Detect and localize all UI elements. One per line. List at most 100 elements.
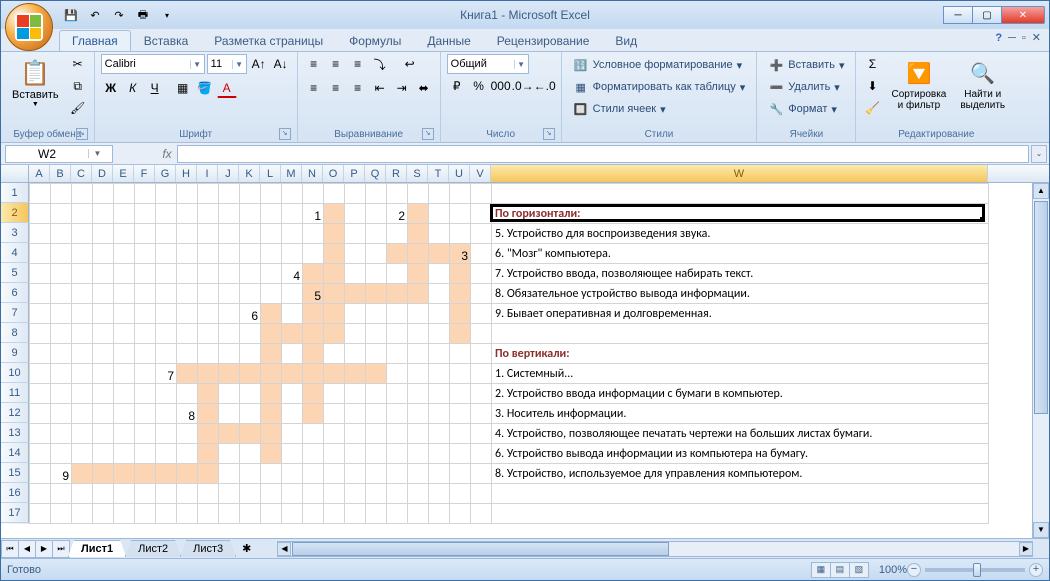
decrease-decimal-icon[interactable]: ←.0 <box>535 76 555 96</box>
cell[interactable] <box>93 224 114 244</box>
col-header[interactable]: L <box>260 165 281 182</box>
cell[interactable] <box>429 504 450 524</box>
cell[interactable] <box>72 344 93 364</box>
cell[interactable] <box>408 184 429 204</box>
col-header[interactable]: U <box>449 165 470 182</box>
cell[interactable] <box>366 284 387 304</box>
cell[interactable] <box>156 444 177 464</box>
cell[interactable] <box>387 384 408 404</box>
cell[interactable] <box>30 244 51 264</box>
cell[interactable] <box>366 504 387 524</box>
cell[interactable] <box>282 324 303 344</box>
cell[interactable] <box>450 284 471 304</box>
cell[interactable] <box>51 404 72 424</box>
cell[interactable] <box>450 364 471 384</box>
cell[interactable] <box>429 344 450 364</box>
cell[interactable] <box>408 264 429 284</box>
row-header[interactable]: 1 <box>1 183 29 203</box>
cell[interactable] <box>324 324 345 344</box>
orientation-icon[interactable]: ⤵ <box>370 54 390 74</box>
cell[interactable] <box>366 464 387 484</box>
cell[interactable] <box>72 484 93 504</box>
tab-insert[interactable]: Вставка <box>131 30 202 51</box>
cell[interactable] <box>450 504 471 524</box>
cell[interactable] <box>450 344 471 364</box>
cell[interactable] <box>282 424 303 444</box>
cell[interactable]: По вертикали: <box>492 344 989 364</box>
cell[interactable] <box>324 204 345 224</box>
cell[interactable] <box>429 364 450 384</box>
cell[interactable] <box>429 284 450 304</box>
cell[interactable] <box>492 184 989 204</box>
cell[interactable] <box>240 404 261 424</box>
cell[interactable] <box>408 364 429 384</box>
cell[interactable] <box>303 224 324 244</box>
cell[interactable] <box>387 464 408 484</box>
row-header[interactable]: 12 <box>1 403 29 423</box>
page-layout-view-icon[interactable]: ▤ <box>830 562 850 578</box>
cell[interactable] <box>261 484 282 504</box>
cell[interactable] <box>30 444 51 464</box>
cell[interactable] <box>261 324 282 344</box>
col-header[interactable]: Q <box>365 165 386 182</box>
cell[interactable] <box>387 484 408 504</box>
ribbon-minimize-icon[interactable]: ─ <box>1008 32 1016 44</box>
last-sheet-icon[interactable]: ⏭ <box>52 540 70 558</box>
cell[interactable] <box>471 224 492 244</box>
new-sheet-icon[interactable]: ✱ <box>236 542 257 555</box>
cell[interactable] <box>261 404 282 424</box>
cell[interactable] <box>114 184 135 204</box>
cell[interactable] <box>93 464 114 484</box>
cell[interactable] <box>114 264 135 284</box>
cell[interactable] <box>219 304 240 324</box>
row-header[interactable]: 8 <box>1 323 29 343</box>
cell[interactable] <box>471 244 492 264</box>
cell[interactable] <box>324 224 345 244</box>
cell[interactable] <box>93 304 114 324</box>
cell[interactable] <box>114 204 135 224</box>
cell[interactable] <box>114 224 135 244</box>
cell[interactable] <box>303 504 324 524</box>
fx-icon[interactable]: fx <box>157 147 177 161</box>
find-select-button[interactable]: 🔍 Найти и выделить <box>955 54 1010 114</box>
cell[interactable] <box>345 184 366 204</box>
delete-cells-button[interactable]: ➖Удалить ▾ <box>763 76 845 98</box>
cell[interactable]: 9 <box>51 464 72 484</box>
cell[interactable] <box>324 424 345 444</box>
align-bottom-icon[interactable]: ≡ <box>348 54 368 74</box>
undo-icon[interactable]: ↶ <box>85 5 105 25</box>
clear-icon[interactable]: 🧹 <box>862 98 882 118</box>
cell[interactable] <box>219 364 240 384</box>
cell[interactable] <box>177 224 198 244</box>
cell[interactable] <box>198 404 219 424</box>
cell[interactable] <box>114 244 135 264</box>
cell[interactable] <box>282 184 303 204</box>
tab-review[interactable]: Рецензирование <box>484 30 603 51</box>
cell[interactable] <box>471 404 492 424</box>
cell[interactable] <box>72 204 93 224</box>
cell[interactable] <box>198 244 219 264</box>
cell[interactable] <box>303 444 324 464</box>
cell[interactable] <box>156 264 177 284</box>
cell[interactable] <box>114 384 135 404</box>
cell[interactable] <box>282 364 303 384</box>
cell[interactable] <box>177 444 198 464</box>
cell[interactable]: 6 <box>240 304 261 324</box>
cell[interactable] <box>366 184 387 204</box>
cell[interactable] <box>30 364 51 384</box>
cell[interactable] <box>471 264 492 284</box>
cell[interactable] <box>177 464 198 484</box>
cell[interactable] <box>177 364 198 384</box>
cell[interactable] <box>429 324 450 344</box>
scroll-down-icon[interactable]: ▼ <box>1033 522 1049 538</box>
cell[interactable] <box>429 444 450 464</box>
cell[interactable] <box>387 284 408 304</box>
cell[interactable] <box>51 364 72 384</box>
cell[interactable] <box>114 404 135 424</box>
cell[interactable] <box>72 444 93 464</box>
cell[interactable] <box>72 404 93 424</box>
cell[interactable] <box>471 324 492 344</box>
cell[interactable] <box>345 264 366 284</box>
close-button[interactable]: ✕ <box>1001 6 1045 24</box>
cell[interactable] <box>177 324 198 344</box>
